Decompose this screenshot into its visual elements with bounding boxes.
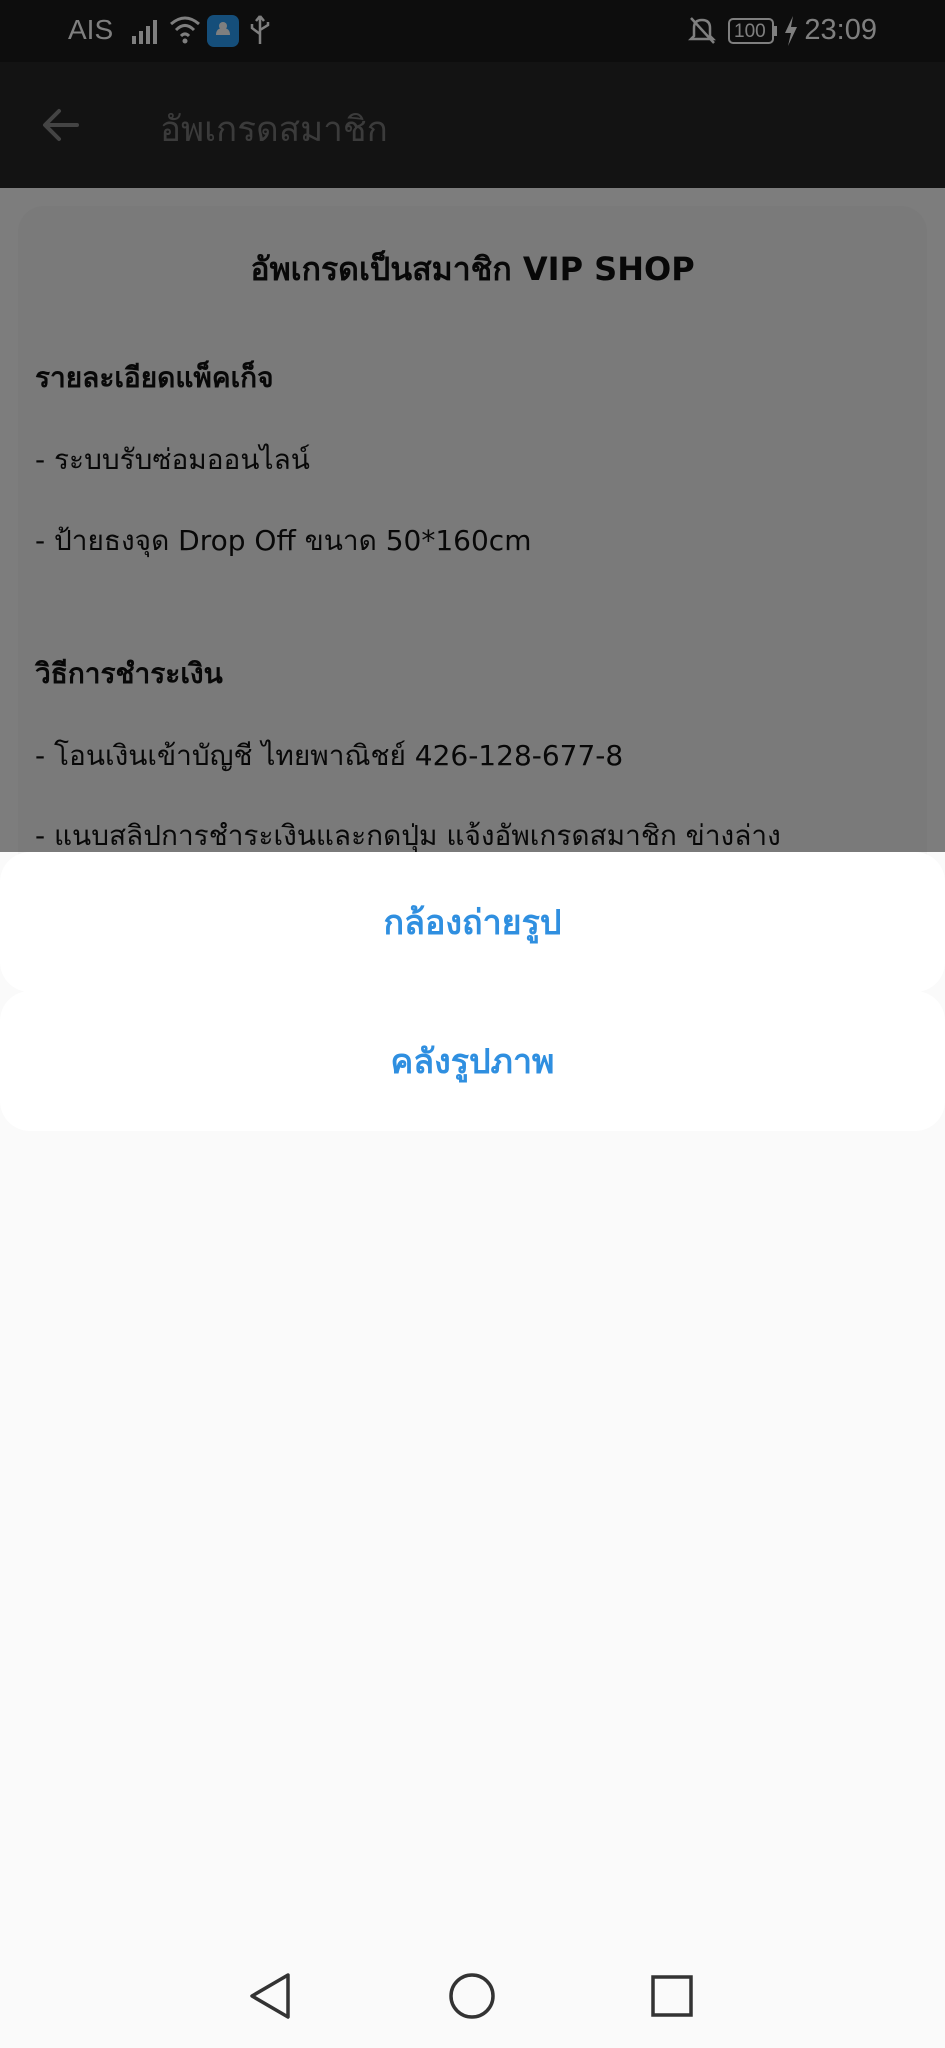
gallery-option-label: คลังรูปภาพ [390,1042,555,1082]
camera-option-label: กล้องถ่ายรูป [383,903,562,943]
nav-back-button[interactable] [240,1966,300,2026]
gallery-option-button[interactable]: คลังรูปภาพ [0,991,945,1131]
system-navigation-bar [0,1944,945,2048]
camera-option-button[interactable]: กล้องถ่ายรูป [0,852,945,992]
recents-square-icon [651,1975,693,2017]
home-circle-icon [449,1973,495,2019]
nav-home-button[interactable] [442,1966,502,2026]
nav-recents-button[interactable] [642,1966,702,2026]
back-triangle-icon [250,1973,290,2019]
modal-backdrop[interactable] [0,0,945,852]
